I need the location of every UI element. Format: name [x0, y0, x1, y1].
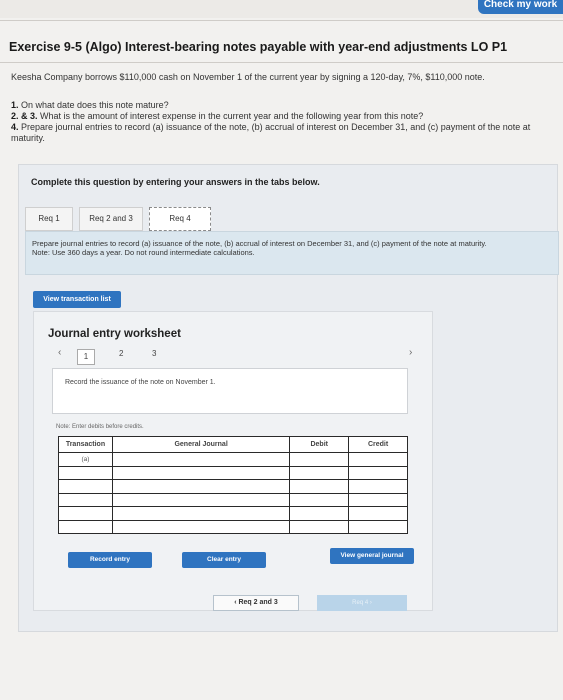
table-row	[58, 479, 408, 494]
journal-account-select[interactable]	[111, 506, 291, 521]
check-my-work-button[interactable]: Check my work	[478, 0, 563, 14]
chevron-left-icon[interactable]: ‹	[58, 347, 61, 358]
col-transaction: Transaction	[58, 436, 113, 453]
debit-input[interactable]	[289, 492, 350, 507]
tab-req-4[interactable]: Req 4	[149, 207, 211, 231]
requirement-text: Prepare journal entries to record (a) is…	[32, 239, 487, 248]
credit-input[interactable]	[348, 479, 408, 494]
credit-input[interactable]	[348, 519, 408, 534]
page-3[interactable]: 3	[152, 349, 156, 358]
debit-credit-note: Note: Enter debits before credits.	[56, 424, 144, 430]
exercise-intro: Keesha Company borrows $110,000 cash on …	[11, 72, 485, 82]
debit-input[interactable]	[289, 479, 350, 494]
tab-req-2-and-3[interactable]: Req 2 and 3	[79, 207, 143, 231]
credit-input[interactable]	[348, 506, 408, 521]
table-row	[58, 465, 408, 480]
col-debit: Debit	[289, 436, 350, 453]
journal-entry-worksheet: Journal entry worksheet ‹ 1 2 3 › Record…	[33, 311, 433, 611]
requirement-note: Note: Use 360 days a year. Do not round …	[32, 248, 255, 257]
panel-heading: Complete this question by entering your …	[31, 177, 320, 187]
table-row: (a)	[58, 452, 408, 467]
record-prompt: Record the issuance of the note on Novem…	[65, 379, 216, 386]
requirement-box: Prepare journal entries to record (a) is…	[25, 231, 559, 275]
journal-account-select[interactable]	[111, 479, 291, 494]
table-row	[58, 492, 408, 507]
transaction-cell	[58, 492, 113, 507]
top-bar: Check my work	[0, 0, 563, 18]
view-general-journal-button[interactable]: View general journal	[330, 548, 414, 564]
table-row	[58, 519, 408, 534]
journal-account-select[interactable]	[111, 465, 291, 480]
chevron-right-icon[interactable]: ›	[409, 347, 412, 358]
journal-account-select[interactable]	[111, 492, 291, 507]
page-2[interactable]: 2	[119, 349, 123, 358]
debit-input[interactable]	[289, 519, 350, 534]
transaction-cell	[58, 479, 113, 494]
question-item: 4. Prepare journal entries to record (a)…	[11, 122, 531, 143]
divider	[0, 20, 563, 21]
credit-input[interactable]	[348, 465, 408, 480]
credit-input[interactable]	[348, 452, 408, 467]
journal-account-select[interactable]	[111, 519, 291, 534]
record-prompt-box: Record the issuance of the note on Novem…	[52, 368, 408, 414]
clear-entry-button[interactable]: Clear entry	[182, 552, 266, 568]
answer-panel: Complete this question by entering your …	[18, 164, 559, 632]
record-entry-button[interactable]: Record entry	[68, 552, 152, 568]
view-transaction-list-button[interactable]: View transaction list	[33, 291, 121, 308]
transaction-cell	[58, 506, 113, 521]
debit-input[interactable]	[289, 452, 350, 467]
credit-input[interactable]	[348, 492, 408, 507]
transaction-cell	[58, 519, 113, 534]
next-req-button[interactable]: Req 4 ›	[317, 595, 407, 611]
tab-req-1[interactable]: Req 1	[25, 207, 73, 231]
col-general-journal: General Journal	[111, 436, 291, 453]
question-list: 1. On what date does this note mature? 2…	[11, 100, 551, 144]
journal-table: Transaction General Journal Debit Credit…	[58, 436, 408, 534]
page-1[interactable]: 1	[77, 349, 95, 365]
debit-input[interactable]	[289, 465, 350, 480]
journal-account-select[interactable]	[111, 452, 291, 467]
worksheet-title: Journal entry worksheet	[48, 328, 181, 340]
transaction-cell	[58, 465, 113, 480]
question-item: 2. & 3. What is the amount of interest e…	[11, 111, 424, 121]
col-credit: Credit	[348, 436, 408, 453]
transaction-cell: (a)	[58, 452, 113, 467]
exercise-title: Exercise 9-5 (Algo) Interest-bearing not…	[9, 40, 508, 54]
divider	[0, 62, 563, 63]
table-row	[58, 506, 408, 521]
prev-req-button[interactable]: ‹ Req 2 and 3	[213, 595, 299, 611]
question-item: 1. On what date does this note mature?	[11, 100, 169, 110]
debit-input[interactable]	[289, 506, 350, 521]
